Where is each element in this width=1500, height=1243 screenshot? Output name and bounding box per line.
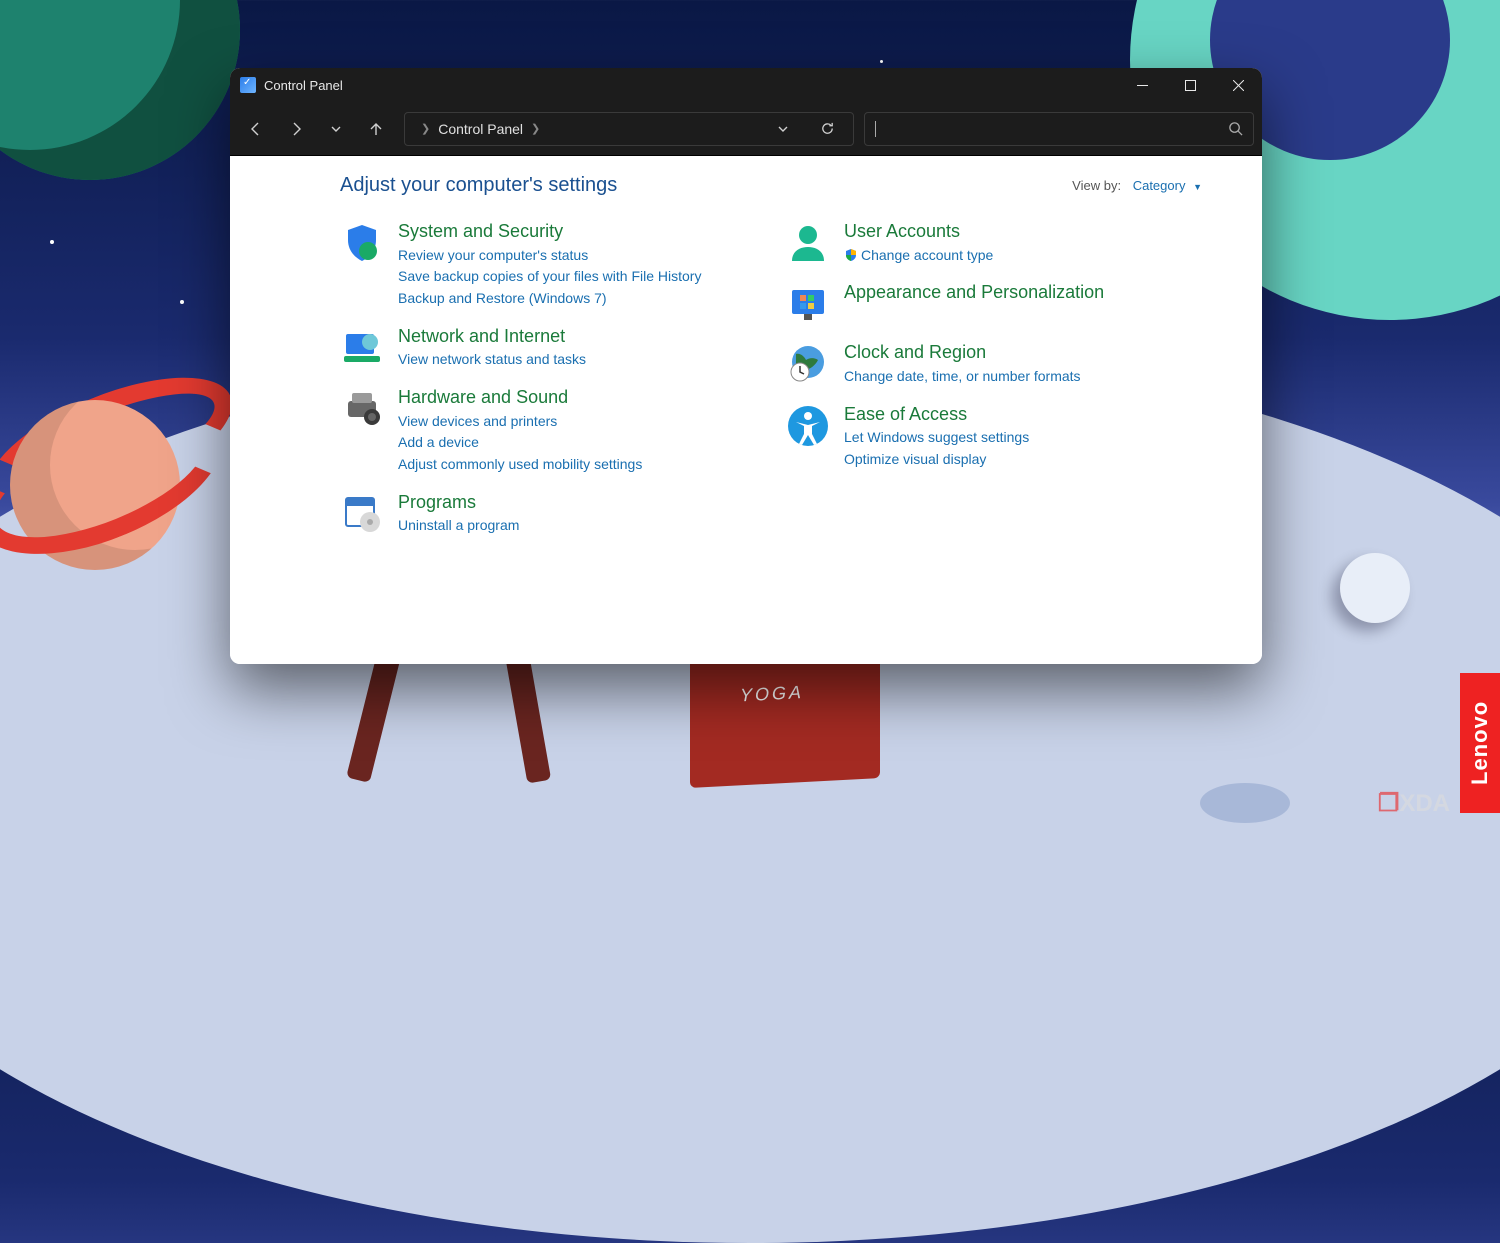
category-link[interactable]: Backup and Restore (Windows 7) xyxy=(398,288,701,310)
network-icon xyxy=(340,326,384,370)
category-network-internet: Network and Internet View network status… xyxy=(340,326,756,371)
recent-dropdown-button[interactable] xyxy=(318,111,354,147)
category-title[interactable]: Programs xyxy=(398,492,519,514)
category-link[interactable]: Change account type xyxy=(844,245,993,267)
titlebar[interactable]: Control Panel xyxy=(230,68,1262,102)
content-area: Adjust your computer's settings View by:… xyxy=(230,156,1262,664)
programs-icon xyxy=(340,492,384,536)
window-title: Control Panel xyxy=(264,78,343,93)
category-link[interactable]: View devices and printers xyxy=(398,411,642,433)
breadcrumb-item[interactable]: Control Panel xyxy=(438,121,523,137)
category-title[interactable]: Appearance and Personalization xyxy=(844,282,1104,304)
wallpaper-star xyxy=(180,300,184,304)
category-system-security: System and Security Review your computer… xyxy=(340,221,756,310)
category-hardware-sound: Hardware and Sound View devices and prin… xyxy=(340,387,756,476)
category-column-right: User Accounts Change account type Appear xyxy=(786,221,1202,537)
minimize-button[interactable] xyxy=(1118,68,1166,102)
wallpaper-planet xyxy=(0,0,240,180)
refresh-button[interactable] xyxy=(809,112,845,146)
control-panel-icon xyxy=(240,77,256,93)
category-link[interactable]: Change date, time, or number formats xyxy=(844,366,1081,388)
user-icon xyxy=(786,221,830,265)
category-appearance: Appearance and Personalization xyxy=(786,282,1202,326)
view-by-value: Category xyxy=(1133,178,1186,193)
category-link[interactable]: Add a device xyxy=(398,432,642,454)
address-bar[interactable]: ❯ Control Panel ❯ xyxy=(404,112,854,146)
forward-button[interactable] xyxy=(278,111,314,147)
control-panel-window: Control Panel ❯ Control Panel ❯ xyxy=(230,68,1262,664)
chevron-right-icon: ❯ xyxy=(421,122,430,135)
category-user-accounts: User Accounts Change account type xyxy=(786,221,1202,266)
category-title[interactable]: User Accounts xyxy=(844,221,993,243)
category-link[interactable]: Let Windows suggest settings xyxy=(844,427,1029,449)
navbar: ❯ Control Panel ❯ xyxy=(230,102,1262,156)
category-programs: Programs Uninstall a program xyxy=(340,492,756,537)
category-link[interactable]: Optimize visual display xyxy=(844,449,1029,471)
wallpaper-star xyxy=(50,240,54,244)
category-link[interactable]: Uninstall a program xyxy=(398,515,519,537)
category-link[interactable]: Adjust commonly used mobility settings xyxy=(398,454,642,476)
appearance-icon xyxy=(786,282,830,326)
clock-icon xyxy=(786,342,830,386)
wallpaper-crater xyxy=(1200,783,1290,823)
maximize-button[interactable] xyxy=(1166,68,1214,102)
page-title: Adjust your computer's settings xyxy=(340,174,617,197)
category-title[interactable]: System and Security xyxy=(398,221,701,243)
shield-icon xyxy=(340,221,384,265)
category-link[interactable]: View network status and tasks xyxy=(398,349,586,371)
wallpaper-moon-small xyxy=(1340,553,1410,623)
up-button[interactable] xyxy=(358,111,394,147)
category-link[interactable]: Save backup copies of your files with Fi… xyxy=(398,266,701,288)
category-title[interactable]: Hardware and Sound xyxy=(398,387,642,409)
search-input[interactable] xyxy=(864,112,1254,146)
view-by-label: View by: xyxy=(1072,178,1121,193)
category-ease-of-access: Ease of Access Let Windows suggest setti… xyxy=(786,404,1202,471)
address-dropdown-button[interactable] xyxy=(765,112,801,146)
brand-badge: Lenovo xyxy=(1460,673,1500,813)
category-title[interactable]: Network and Internet xyxy=(398,326,586,348)
category-title[interactable]: Ease of Access xyxy=(844,404,1029,426)
chevron-down-icon: ▼ xyxy=(1193,182,1202,192)
printer-icon xyxy=(340,387,384,431)
chevron-right-icon: ❯ xyxy=(531,122,540,135)
category-clock-region: Clock and Region Change date, time, or n… xyxy=(786,342,1202,387)
search-icon xyxy=(1228,121,1243,136)
uac-shield-icon xyxy=(844,248,858,262)
accessibility-icon xyxy=(786,404,830,448)
view-by-selector[interactable]: View by: Category ▼ xyxy=(1072,178,1202,193)
wallpaper-star xyxy=(880,60,883,63)
watermark: ❐XDA xyxy=(1378,789,1450,818)
category-column-left: System and Security Review your computer… xyxy=(340,221,756,537)
back-button[interactable] xyxy=(238,111,274,147)
category-link[interactable]: Review your computer's status xyxy=(398,245,701,267)
category-title[interactable]: Clock and Region xyxy=(844,342,1081,364)
close-button[interactable] xyxy=(1214,68,1262,102)
